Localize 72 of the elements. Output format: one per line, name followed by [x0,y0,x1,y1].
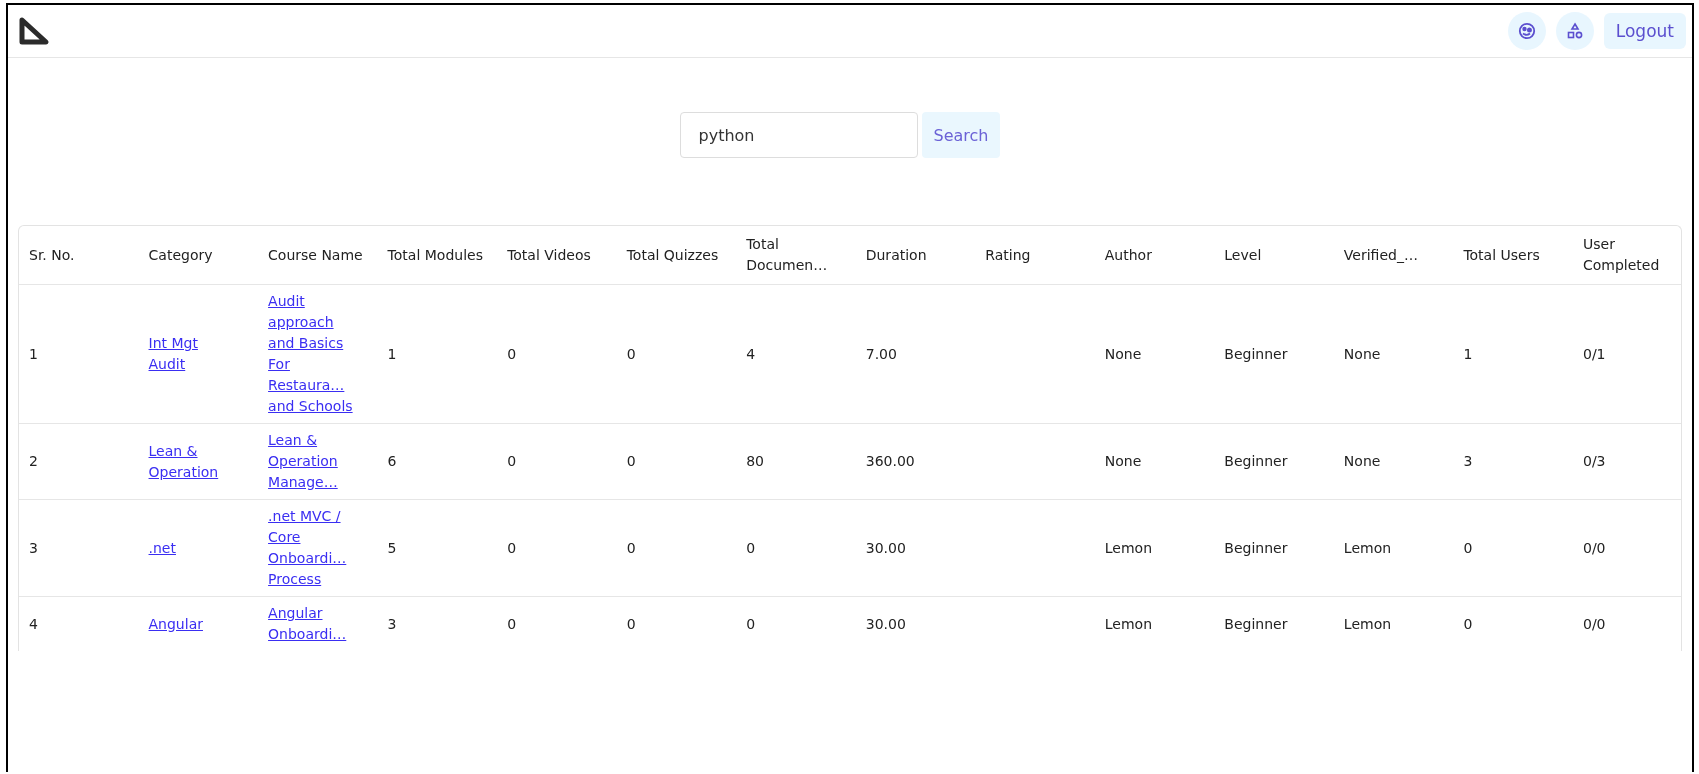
table-cell-text: 0/3 [1583,452,1606,471]
table-cell-text: 7.00 [865,344,897,364]
category-link[interactable]: Int Mgt Audit [148,333,235,375]
table-cell-text: 6 [387,452,397,471]
table-cell-text: 4 [29,614,38,634]
table-cell-text: 2 [29,452,38,471]
table-cell-text: 1 [29,344,38,364]
column-header: Total Users [1463,245,1540,265]
category-link[interactable]: Angular [148,613,235,635]
table-cell-text: 30.00 [865,538,906,558]
course-link[interactable]: Angular Onboardi… [268,603,355,645]
course-link[interactable]: .net MVC / Core Onboardi… Process [268,506,355,590]
table-cell-text: 0 [626,344,636,364]
column-header: Total Modules [387,245,483,265]
table-cell-text: 5 [387,538,397,558]
table-cell-text: 0 [1463,614,1473,634]
table-cell-text: 3 [387,614,397,634]
column-header: Course Name [268,245,363,265]
table-cell-text: 80 [746,452,764,471]
table-cell-text: 360.00 [865,452,915,471]
table-cell-text: Lemon [1343,538,1392,558]
column-header: User Completed [1583,235,1661,275]
table-cell-text: Lemon [1104,614,1153,634]
column-header: Sr. No. [29,245,75,265]
shapes-icon [1565,22,1584,40]
logout-button[interactable]: Logout [1603,13,1686,49]
table-cell-text: None [1104,452,1142,471]
column-header: Verified_… [1343,245,1418,265]
table-cell-text: 0/0 [1583,614,1606,634]
table-cell-text: Lemon [1104,538,1153,558]
table-cell-text: 0 [626,614,636,634]
table-cell-text: 0/1 [1583,344,1606,364]
table-cell-text: 0 [626,452,636,471]
column-header: Total Documen… [746,235,829,275]
table-cell-text: 0 [746,614,756,634]
table-cell-text: None [1343,452,1381,471]
column-header: Category [148,245,213,265]
table-cell-text: Lemon [1343,614,1392,634]
shapes-button[interactable] [1555,12,1594,50]
table-cell-text: None [1104,344,1142,364]
course-link[interactable]: Audit approach and Basics For Restaura… and Schools [268,291,355,417]
table-cell-text: Beginner [1224,452,1288,471]
logo-icon [18,16,50,46]
table-cell-text: Beginner [1224,344,1288,364]
column-header: Level [1224,245,1262,265]
table-cell-text: 0 [507,614,517,634]
category-link[interactable]: Lean & Operation [148,440,235,483]
table-cell-text: 3 [29,538,38,558]
column-header: Author [1104,245,1152,265]
table-cell-text: 1 [387,344,397,364]
column-header: Total Videos [507,245,591,265]
table-cell-text: 0/0 [1583,538,1606,558]
table-cell-text: 3 [1463,452,1473,471]
column-header: Rating [985,245,1031,265]
column-header: Duration [865,245,927,265]
column-header: Total Quizzes [626,245,719,265]
table-cell-text: None [1343,344,1381,364]
table-cell-text: 0 [507,538,517,558]
table-cell-text: Beginner [1224,614,1288,634]
table-cell-text: 4 [746,344,756,364]
table-cell-text: 0 [626,538,636,558]
search-button[interactable]: Search [921,112,1001,158]
category-link[interactable]: .net [148,537,235,559]
table-cell-text: Beginner [1224,538,1288,558]
course-link[interactable]: Lean & Operation Manage… [268,430,355,493]
table-cell-text: 0 [507,344,517,364]
table-cell-text: 30.00 [865,614,906,634]
table-cell-text: 0 [507,452,517,471]
table-cell-text: 0 [746,538,756,558]
table-cell-text: 1 [1463,344,1473,364]
table-cell-text: 0 [1463,538,1473,558]
search-field[interactable]: python [679,112,918,158]
